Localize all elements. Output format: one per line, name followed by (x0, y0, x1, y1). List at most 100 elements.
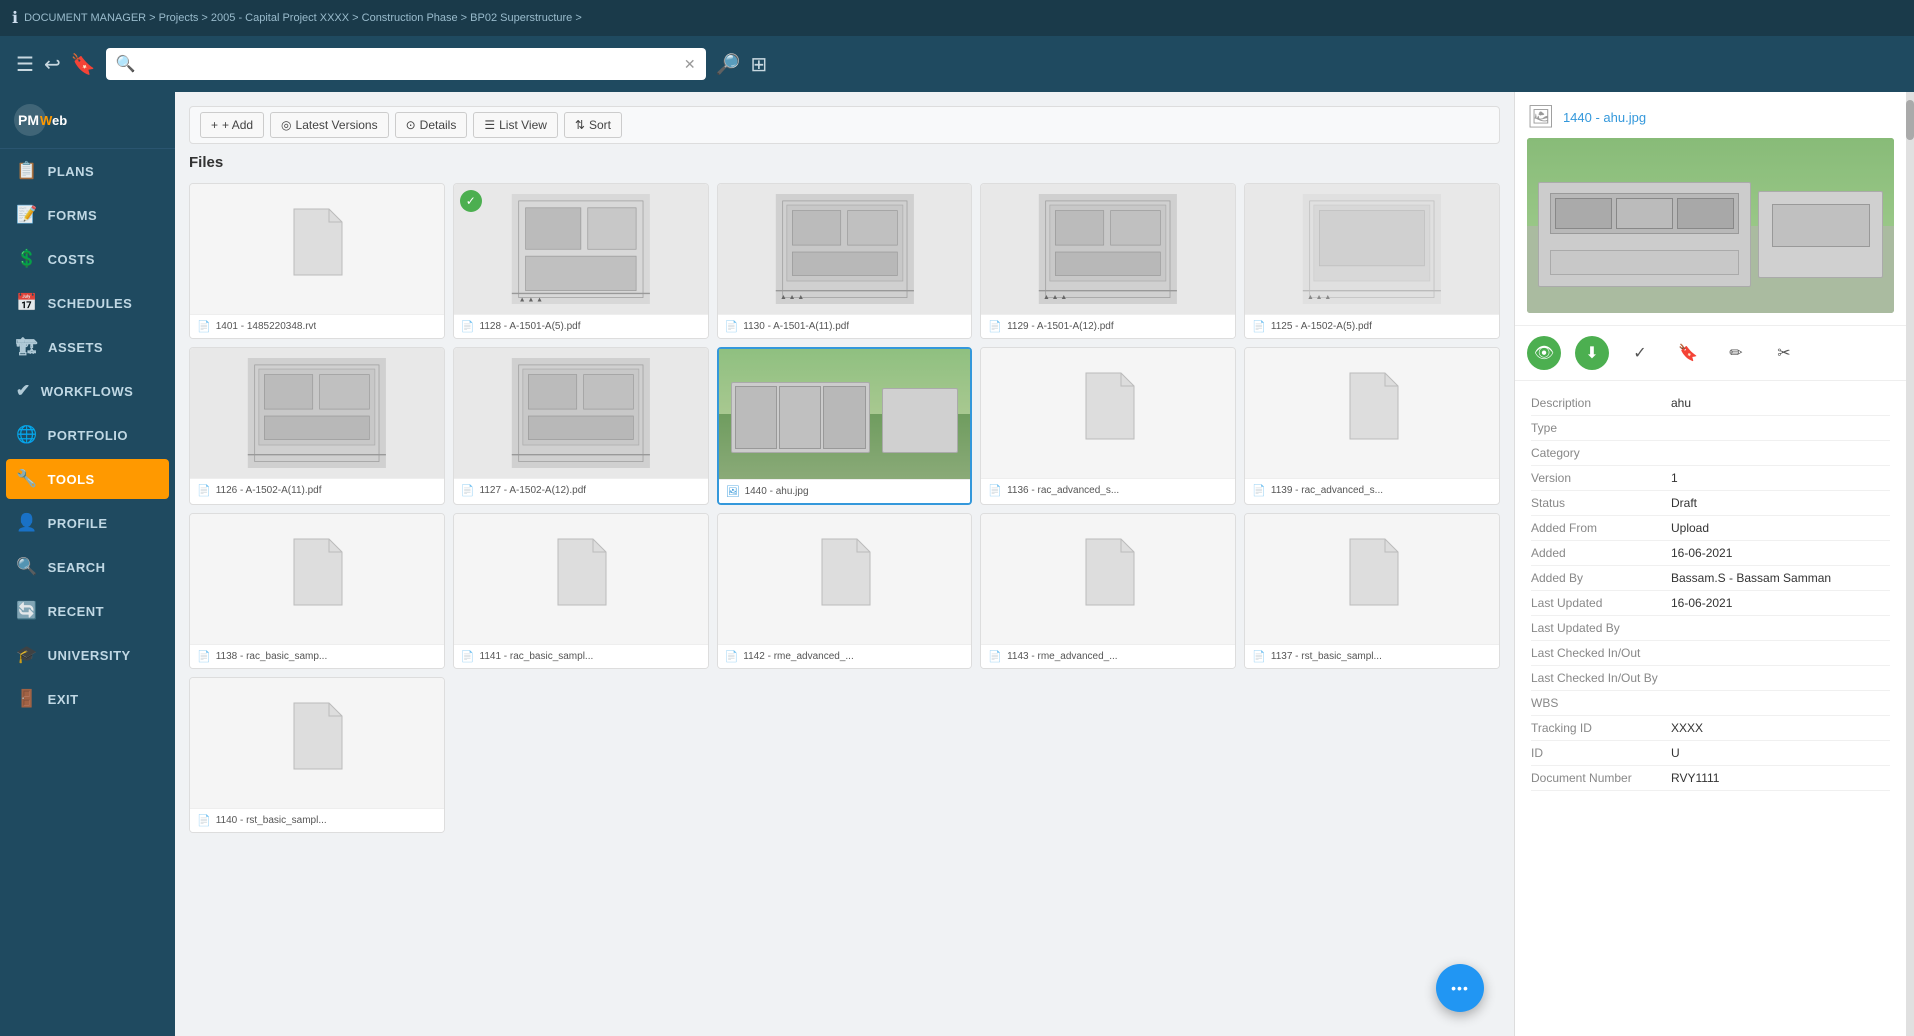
sidebar-item-tools[interactable]: 🔧 TOOLS (6, 459, 169, 499)
list-item[interactable]: ▲ ▲ ▲ ✓ 📄 1128 - A-1501-A(5).pdf (453, 183, 709, 339)
detail-image-title[interactable]: 1440 - ahu.jpg (1563, 110, 1646, 125)
sidebar-item-university[interactable]: 🎓 UNIVERSITY (0, 633, 175, 677)
blank-file-icon (1081, 537, 1136, 621)
list-view-button[interactable]: ☰ List View (473, 112, 558, 138)
blueprint-thumb: ▲ ▲ ▲ (1245, 184, 1499, 314)
bookmark-detail-button[interactable]: 🔖 (1671, 336, 1705, 370)
sidebar-item-schedules[interactable]: 📅 SCHEDULES (0, 281, 175, 325)
meta-label: Last Updated By (1531, 621, 1671, 635)
file-name: 1130 - A-1501-A(11).pdf (743, 321, 849, 332)
download-button[interactable]: ⬇ (1575, 336, 1609, 370)
list-item[interactable]: 📄 1139 - rac_advanced_s... (1244, 347, 1500, 505)
sidebar-item-recent[interactable]: 🔄 RECENT (0, 589, 175, 633)
list-item[interactable]: 📄 1143 - rme_advanced_... (980, 513, 1236, 669)
scrollbar-thumb[interactable] (1906, 100, 1914, 140)
sidebar-item-exit[interactable]: 🚪 EXIT (0, 677, 175, 721)
file-thumbnail (190, 348, 444, 478)
zoom-search-icon[interactable]: 🔎 (716, 52, 741, 77)
meta-row-added-from: Added From Upload (1531, 516, 1890, 541)
blank-file-icon (1081, 371, 1136, 455)
file-thumbnail: ▲ ▲ ▲ (1245, 184, 1499, 314)
file-thumbnail: ▲ ▲ ▲ (718, 184, 972, 314)
list-item[interactable]: 📄 1401 - 1485220348.rvt (189, 183, 445, 339)
sidebar-item-plans[interactable]: 📋 PLANS (0, 149, 175, 193)
list-item[interactable]: 🖼 1440 - ahu.jpg (717, 347, 973, 505)
meta-row-tracking-id: Tracking ID XXXX (1531, 716, 1890, 741)
meta-row-wbs: WBS (1531, 691, 1890, 716)
filter-settings-icon[interactable]: ⊞ (751, 52, 768, 77)
sidebar-item-portfolio[interactable]: 🌐 PORTFOLIO (0, 413, 175, 457)
sidebar-item-workflows[interactable]: ✔ WORKFLOWS (0, 369, 175, 413)
file-thumbnail (1245, 348, 1499, 478)
meta-row-type: Type (1531, 416, 1890, 441)
file-name: 1141 - rac_basic_sampl... (480, 651, 594, 662)
latest-versions-button[interactable]: ◎ Latest Versions (270, 112, 389, 138)
blank-file-icon (817, 537, 872, 621)
sidebar-item-profile[interactable]: 👤 PROFILE (0, 501, 175, 545)
sidebar-item-search-label: SEARCH (48, 560, 106, 575)
file-footer: 📄 1138 - rac_basic_samp... (190, 644, 444, 668)
info-icon[interactable]: ℹ (12, 8, 18, 28)
fab-button[interactable]: ••• (1436, 964, 1484, 1012)
file-type-icon: 📄 (1252, 650, 1266, 663)
view-button[interactable]: 👁 (1527, 336, 1561, 370)
meta-label: Version (1531, 471, 1671, 485)
file-type-icon: 📄 (461, 650, 475, 663)
list-item[interactable]: 📄 1141 - rac_basic_sampl... (453, 513, 709, 669)
detail-panel: 🖼 1440 - ahu.jpg (1514, 92, 1914, 1036)
list-item[interactable]: ▲ ▲ ▲ 📄 1129 - A-1501-A(12).pdf (980, 183, 1236, 339)
svg-text:▲ ▲ ▲: ▲ ▲ ▲ (1307, 294, 1331, 301)
sort-icon: ⇅ (575, 118, 585, 132)
list-item[interactable]: ▲ ▲ ▲ 📄 1130 - A-1501-A(11).pdf (717, 183, 973, 339)
list-item[interactable]: 📄 1142 - rme_advanced_... (717, 513, 973, 669)
more-button[interactable]: ✂ (1767, 336, 1801, 370)
add-button[interactable]: + + Add (200, 112, 264, 138)
list-item[interactable]: 📄 1137 - rst_basic_sampl... (1244, 513, 1500, 669)
sidebar-item-recent-label: RECENT (48, 604, 104, 619)
file-name: 1125 - A-1502-A(5).pdf (1271, 321, 1372, 332)
add-icon: + (211, 118, 218, 132)
meta-value: ahu (1671, 396, 1691, 410)
file-name: 1128 - A-1501-A(5).pdf (480, 321, 581, 332)
list-item[interactable]: 📄 1140 - rst_basic_sampl... (189, 677, 445, 833)
sidebar-item-schedules-label: SCHEDULES (48, 296, 133, 311)
sidebar-item-costs[interactable]: 💲 COSTS (0, 237, 175, 281)
sidebar-item-costs-label: COSTS (48, 252, 95, 267)
list-item[interactable]: 📄 1127 - A-1502-A(12).pdf (453, 347, 709, 505)
tools-icon: 🔧 (16, 469, 38, 489)
details-icon: ⊙ (406, 118, 416, 132)
files-panel: + + Add ◎ Latest Versions ⊙ Details ☰ Li… (175, 92, 1514, 1036)
details-button[interactable]: ⊙ Details (395, 112, 468, 138)
sort-button[interactable]: ⇅ Sort (564, 112, 622, 138)
meta-value: Bassam.S - Bassam Samman (1671, 571, 1831, 585)
sidebar-item-forms[interactable]: 📝 FORMS (0, 193, 175, 237)
portfolio-icon: 🌐 (16, 425, 38, 445)
blank-file-icon (1345, 537, 1400, 621)
approve-button[interactable]: ✓ (1623, 336, 1657, 370)
file-type-icon: 🖼 (726, 485, 740, 498)
meta-value: 16-06-2021 (1671, 546, 1732, 560)
back-icon[interactable]: ↩ (44, 52, 61, 77)
blank-file-icon (289, 537, 344, 621)
meta-row-id: ID U (1531, 741, 1890, 766)
hamburger-icon[interactable]: ☰ (16, 52, 34, 77)
bookmark-icon[interactable]: 🔖 (71, 52, 96, 77)
file-type-icon: 📄 (1252, 484, 1266, 497)
file-name: 1440 - ahu.jpg (745, 486, 809, 497)
sidebar-item-assets[interactable]: 🏗 ASSETS (0, 325, 175, 369)
list-item[interactable]: 📄 1138 - rac_basic_samp... (189, 513, 445, 669)
blueprint-thumb (190, 348, 444, 478)
search-input[interactable] (144, 56, 676, 73)
file-thumbnail: ▲ ▲ ▲ (981, 184, 1235, 314)
scrollbar-track[interactable] (1906, 92, 1914, 1036)
list-item[interactable]: 📄 1136 - rac_advanced_s... (980, 347, 1236, 505)
sidebar: PM W eb 📋 PLANS 📝 FORMS 💲 COSTS 📅 SCHEDU… (0, 92, 175, 1036)
sidebar-item-search[interactable]: 🔍 SEARCH (0, 545, 175, 589)
blueprint-thumb (454, 348, 708, 478)
meta-row-last-checked-by: Last Checked In/Out By (1531, 666, 1890, 691)
list-item[interactable]: ▲ ▲ ▲ 📄 1125 - A-1502-A(5).pdf (1244, 183, 1500, 339)
list-item[interactable]: 📄 1126 - A-1502-A(11).pdf (189, 347, 445, 505)
clear-search-icon[interactable]: ✕ (684, 56, 696, 73)
edit-button[interactable]: ✏ (1719, 336, 1753, 370)
sidebar-item-exit-label: EXIT (48, 692, 79, 707)
